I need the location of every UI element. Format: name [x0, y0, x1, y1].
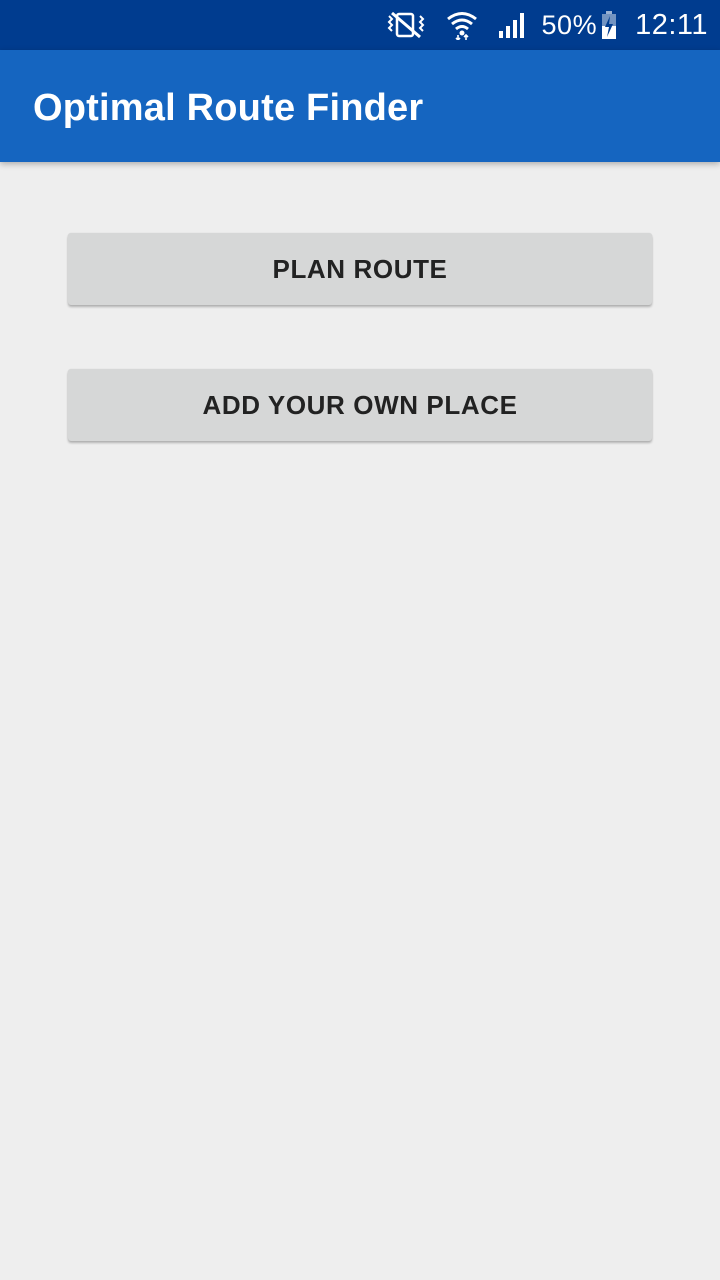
vibrate-icon — [386, 10, 426, 40]
status-icons: 50% 12:11 — [386, 0, 708, 50]
app-bar: Optimal Route Finder — [0, 50, 720, 162]
battery-percent: 50% — [541, 9, 598, 40]
main-content: PLAN ROUTE ADD YOUR OWN PLACE — [0, 162, 720, 1280]
add-your-own-place-button[interactable]: ADD YOUR OWN PLACE — [68, 369, 652, 441]
clock: 12:11 — [635, 8, 708, 41]
signal-icon — [498, 11, 526, 39]
battery-charging-icon — [601, 10, 617, 40]
wifi-icon — [446, 10, 478, 40]
status-bar: 50% 12:11 — [0, 0, 720, 50]
plan-route-button[interactable]: PLAN ROUTE — [68, 233, 652, 305]
app-title: Optimal Route Finder — [33, 87, 424, 129]
